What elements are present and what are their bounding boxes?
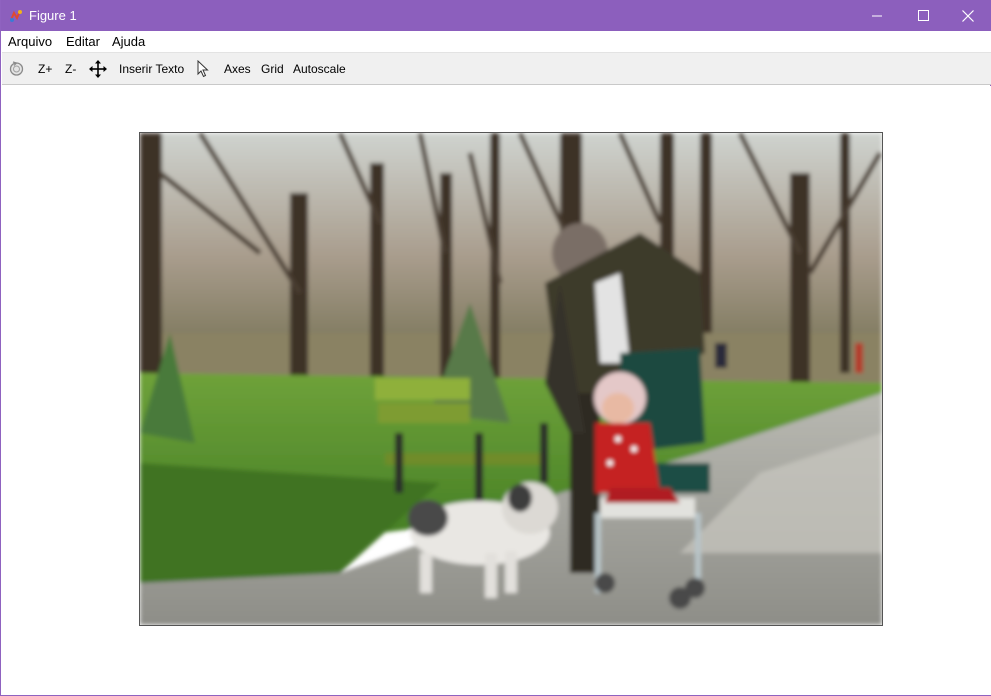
window-title: Figure 1: [29, 8, 77, 23]
pan-move-icon[interactable]: [89, 60, 107, 78]
maximize-icon: [917, 10, 929, 21]
toolbar: Z+ Z- Inserir Texto Axes Grid Autoscale: [2, 52, 991, 85]
app-logo-icon: [10, 10, 22, 22]
photo-illustration: [140, 133, 882, 625]
figure-canvas[interactable]: [2, 86, 991, 695]
maximize-button[interactable]: [900, 0, 946, 31]
minimize-button[interactable]: [854, 0, 900, 31]
title-bar[interactable]: Figure 1: [1, 0, 991, 31]
grid-button[interactable]: Grid: [261, 62, 284, 76]
insert-text-button[interactable]: Inserir Texto: [119, 62, 184, 76]
pointer-cursor-icon[interactable]: [197, 60, 209, 78]
axes-button[interactable]: Axes: [224, 62, 251, 76]
menu-item-arquivo[interactable]: Arquivo: [8, 34, 52, 49]
autoscale-button[interactable]: Autoscale: [293, 62, 346, 76]
zoom-in-button[interactable]: Z+: [38, 62, 52, 76]
menu-bar: Arquivo Editar Ajuda: [2, 31, 991, 52]
close-button[interactable]: [945, 0, 991, 31]
figure-window: Figure 1 Arquivo Editar Ajuda Z+ Z- Inse…: [0, 0, 991, 696]
park-photo-image: [139, 132, 883, 626]
minimize-icon: [871, 15, 882, 17]
rotate-icon[interactable]: [8, 60, 25, 77]
zoom-out-button[interactable]: Z-: [65, 62, 76, 76]
menu-item-ajuda[interactable]: Ajuda: [112, 34, 145, 49]
close-icon: [962, 9, 974, 22]
menu-item-editar[interactable]: Editar: [66, 34, 100, 49]
